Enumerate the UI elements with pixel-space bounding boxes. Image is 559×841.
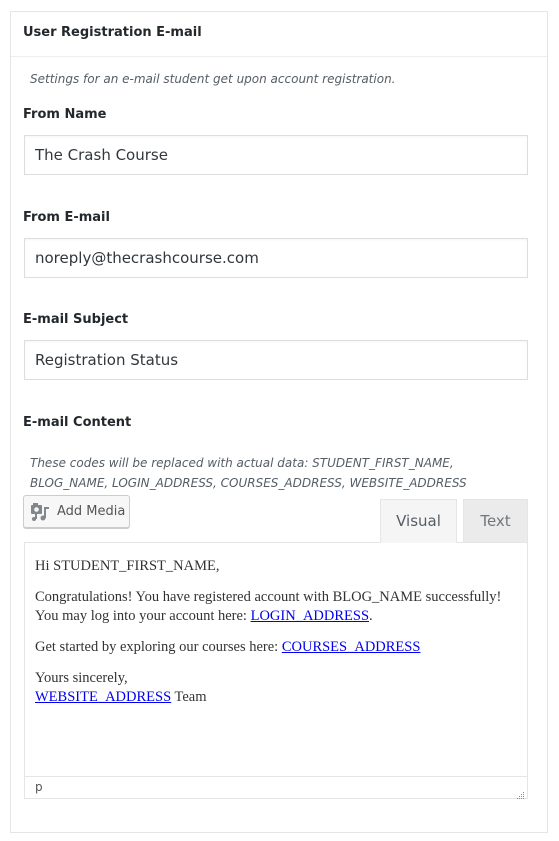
login-address-link[interactable]: LOGIN_ADDRESS: [251, 608, 369, 624]
media-icon: [30, 502, 50, 522]
congrats-paragraph: Congratulations! You have registered acc…: [35, 588, 517, 626]
from-name-input[interactable]: [24, 135, 528, 175]
panel-title: User Registration E-mail: [11, 12, 547, 57]
email-subject-input[interactable]: [24, 340, 528, 380]
email-content-editor[interactable]: Hi STUDENT_FIRST_NAME, Congratulations! …: [24, 542, 528, 799]
codes-description: These codes will be replaced with actual…: [30, 456, 467, 490]
tab-text[interactable]: Text: [463, 499, 528, 543]
email-subject-label: E-mail Subject: [23, 312, 129, 327]
panel-description: Settings for an e-mail student get upon …: [30, 72, 396, 86]
resize-handle-icon[interactable]: [515, 786, 525, 799]
get-started-paragraph: Get started by exploring our courses her…: [35, 638, 517, 657]
from-name-label: From Name: [23, 107, 107, 122]
tab-visual[interactable]: Visual: [380, 499, 457, 543]
greeting-paragraph: Hi STUDENT_FIRST_NAME,: [35, 557, 517, 576]
website-address-link[interactable]: WEBSITE_ADDRESS: [35, 689, 171, 705]
closing-text: Yours sincerely,: [35, 670, 128, 686]
signature-text: Team: [171, 689, 207, 705]
add-media-button[interactable]: Add Media: [23, 495, 130, 528]
courses-address-link[interactable]: COURSES_ADDRESS: [282, 639, 421, 655]
from-email-label: From E-mail: [23, 210, 110, 225]
email-content-label: E-mail Content: [23, 415, 132, 430]
congrats-end: .: [369, 608, 373, 624]
editor-body[interactable]: Hi STUDENT_FIRST_NAME, Congratulations! …: [25, 543, 527, 775]
user-registration-email-panel: User Registration E-mail Settings for an…: [10, 11, 548, 833]
from-email-input[interactable]: [24, 238, 528, 278]
get-started-text: Get started by exploring our courses her…: [35, 639, 282, 655]
closing-paragraph: Yours sincerely, WEBSITE_ADDRESS Team: [35, 669, 517, 707]
greeting-text: Hi STUDENT_FIRST_NAME,: [35, 558, 220, 574]
editor-status-bar: p: [25, 776, 527, 799]
add-media-label: Add Media: [57, 504, 126, 519]
element-path[interactable]: p: [35, 780, 43, 794]
